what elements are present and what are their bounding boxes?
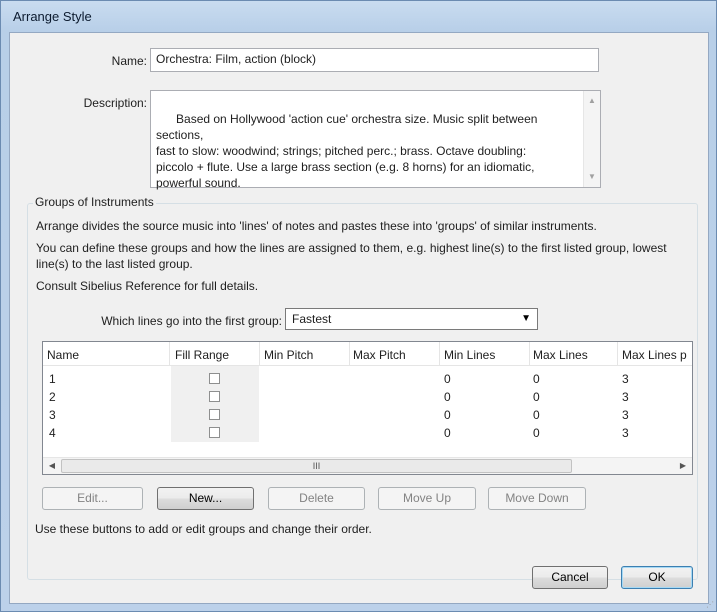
table-row[interactable]: 2 0 0 3	[43, 389, 692, 405]
column-header-min-lines[interactable]: Min Lines	[444, 348, 495, 362]
fill-range-checkbox[interactable]	[209, 409, 220, 420]
delete-button[interactable]: Delete	[268, 487, 365, 510]
column-header-max-lines[interactable]: Max Lines	[533, 348, 588, 362]
row-max-lines: 0	[533, 426, 540, 440]
scroll-thumb[interactable]: III	[61, 459, 572, 473]
column-header-max-lines-p[interactable]: Max Lines p	[622, 348, 687, 362]
row-name: 2	[49, 390, 56, 404]
groups-description-2: You can define these groups and how the …	[36, 241, 667, 271]
groups-list[interactable]: Name Fill Range Min Pitch Max Pitch Min …	[42, 341, 693, 475]
window-title: Arrange Style	[13, 9, 92, 24]
table-row[interactable]: 1 0 0 3	[43, 371, 692, 387]
row-min-lines: 0	[444, 408, 451, 422]
table-row[interactable]: 3 0 0 3	[43, 407, 692, 423]
scroll-down-arrow-icon[interactable]: ▼	[584, 169, 600, 185]
fill-range-checkbox[interactable]	[209, 427, 220, 438]
fill-range-checkbox[interactable]	[209, 373, 220, 384]
arrange-style-dialog: Arrange Style Name: Orchestra: Film, act…	[0, 0, 717, 612]
new-button[interactable]: New...	[157, 487, 254, 510]
list-header: Name Fill Range Min Pitch Max Pitch Min …	[43, 342, 692, 366]
column-header-min-pitch[interactable]: Min Pitch	[264, 348, 313, 362]
row-max-lines-p: 3	[622, 372, 629, 386]
edit-button[interactable]: Edit...	[42, 487, 143, 510]
row-max-lines: 0	[533, 372, 540, 386]
column-header-name[interactable]: Name	[47, 348, 79, 362]
row-name: 3	[49, 408, 56, 422]
chevron-down-icon: ▼	[521, 313, 531, 324]
row-max-lines-p: 3	[622, 390, 629, 404]
row-name: 4	[49, 426, 56, 440]
groups-legend: Groups of Instruments	[33, 195, 156, 209]
row-max-lines: 0	[533, 390, 540, 404]
resize-grip-icon[interactable]: ⋰	[706, 600, 714, 609]
row-max-lines-p: 3	[622, 408, 629, 422]
fill-range-checkbox[interactable]	[209, 391, 220, 402]
description-textarea[interactable]: Based on Hollywood 'action cue' orchestr…	[150, 90, 601, 190]
column-header-max-pitch[interactable]: Max Pitch	[353, 348, 406, 362]
row-max-lines: 0	[533, 408, 540, 422]
table-row[interactable]: 4 0 0 3	[43, 425, 692, 441]
column-header-fill-range[interactable]: Fill Range	[175, 348, 229, 362]
first-group-value: Fastest	[292, 312, 332, 326]
name-input[interactable]: Orchestra: Film, action (block)	[150, 48, 599, 72]
groups-description-1: Arrange divides the source music into 'l…	[36, 219, 597, 233]
first-group-label: Which lines go into the first group:	[101, 314, 282, 328]
row-min-lines: 0	[444, 390, 451, 404]
groups-description-3: Consult Sibelius Reference for full deta…	[36, 279, 259, 293]
first-group-select[interactable]: Fastest ▼	[285, 308, 538, 330]
title-bar[interactable]: Arrange Style	[1, 1, 716, 31]
row-name: 1	[49, 372, 56, 386]
scroll-up-arrow-icon[interactable]: ▲	[584, 93, 600, 109]
scroll-right-arrow-icon[interactable]: ▶	[675, 458, 691, 474]
buttons-hint: Use these buttons to add or edit groups …	[35, 522, 372, 536]
name-label: Name:	[111, 54, 147, 68]
scroll-left-arrow-icon[interactable]: ◀	[44, 458, 60, 474]
ok-button[interactable]: OK	[621, 566, 693, 589]
description-label: Description:	[83, 96, 147, 110]
list-horizontal-scrollbar[interactable]: ◀ III ▶	[43, 457, 692, 474]
row-min-lines: 0	[444, 372, 451, 386]
move-down-button[interactable]: Move Down	[488, 487, 586, 510]
move-up-button[interactable]: Move Up	[378, 487, 476, 510]
dialog-body: Name: Orchestra: Film, action (block) De…	[9, 32, 709, 604]
description-text: Based on Hollywood 'action cue' orchestr…	[156, 112, 538, 190]
row-min-lines: 0	[444, 426, 451, 440]
cancel-button[interactable]: Cancel	[532, 566, 608, 589]
row-max-lines-p: 3	[622, 426, 629, 440]
description-scrollbar[interactable]: ▲ ▼	[583, 91, 600, 187]
